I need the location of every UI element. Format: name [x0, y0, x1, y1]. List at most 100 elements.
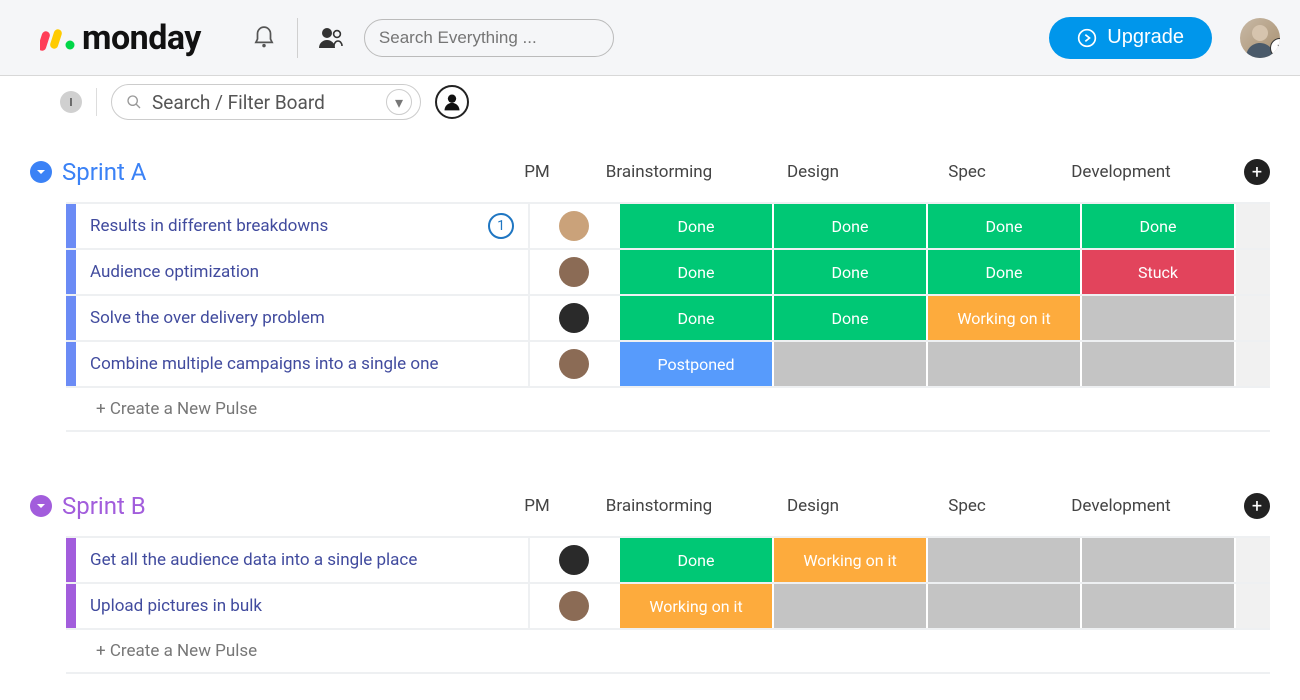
status-cell[interactable]	[772, 584, 926, 628]
global-search[interactable]	[364, 19, 614, 57]
chevron-down-icon	[35, 166, 47, 178]
group-title[interactable]: Sprint B	[62, 492, 146, 520]
board-filter[interactable]: Search / Filter Board ▾	[111, 84, 421, 120]
status-cell[interactable]: Working on it	[772, 538, 926, 582]
pulse-name[interactable]: Results in different breakdowns 1	[76, 204, 528, 248]
status-cell[interactable]: Done	[772, 250, 926, 294]
pm-avatar	[559, 591, 589, 621]
avatar-dropdown[interactable]: ▾	[1270, 38, 1280, 58]
column-header[interactable]: PM	[492, 496, 582, 516]
pm-cell[interactable]	[528, 296, 618, 340]
logo[interactable]: monday	[0, 0, 231, 75]
row-accent	[66, 296, 76, 340]
row-accent	[66, 342, 76, 386]
collapse-toggle[interactable]	[30, 161, 52, 183]
create-pulse-row[interactable]: + Create a New Pulse	[66, 628, 1270, 674]
column-header[interactable]: Brainstorming	[582, 162, 736, 182]
divider	[297, 18, 298, 58]
table-row[interactable]: Audience optimizationDoneDoneDoneStuck	[66, 248, 1270, 294]
table-row[interactable]: Upload pictures in bulk Working on it	[66, 582, 1270, 628]
pm-cell[interactable]	[528, 342, 618, 386]
bell-icon[interactable]	[251, 25, 277, 51]
column-header[interactable]: Spec	[890, 162, 1044, 182]
column-headers: PMBrainstormingDesignSpecDevelopment	[492, 162, 1234, 182]
pulse-name-text: Combine multiple campaigns into a single…	[90, 354, 439, 374]
create-pulse-label: + Create a New Pulse	[96, 641, 257, 661]
status-cell[interactable]: Done	[618, 250, 772, 294]
pm-avatar	[559, 349, 589, 379]
pm-cell[interactable]	[528, 538, 618, 582]
person-filter[interactable]	[435, 85, 469, 119]
table-row[interactable]: Results in different breakdowns1DoneDone…	[66, 202, 1270, 248]
status-cell[interactable]: Done	[926, 204, 1080, 248]
status-cell[interactable]	[926, 584, 1080, 628]
filter-dropdown[interactable]: ▾	[386, 89, 412, 115]
status-cell[interactable]: Working on it	[926, 296, 1080, 340]
user-avatar[interactable]: ▾	[1240, 18, 1280, 58]
status-cell[interactable]: Done	[618, 538, 772, 582]
column-header[interactable]: Development	[1044, 496, 1198, 516]
pm-avatar	[559, 545, 589, 575]
pulse-name[interactable]: Upload pictures in bulk	[76, 584, 528, 628]
info-chip[interactable]: I	[60, 91, 82, 113]
status-cell[interactable]	[1080, 584, 1234, 628]
upgrade-button[interactable]: Upgrade	[1049, 17, 1212, 59]
status-cell[interactable]: Done	[618, 296, 772, 340]
pm-cell[interactable]	[528, 250, 618, 294]
status-cell[interactable]	[926, 538, 1080, 582]
group-title[interactable]: Sprint A	[62, 158, 146, 186]
logo-text: monday	[82, 18, 201, 58]
status-cell[interactable]	[1080, 342, 1234, 386]
add-column-button[interactable]: +	[1244, 159, 1270, 185]
create-pulse-row[interactable]: + Create a New Pulse	[66, 386, 1270, 432]
status-cell[interactable]: Postponed	[618, 342, 772, 386]
status-cell[interactable]	[926, 342, 1080, 386]
pulse-name[interactable]: Audience optimization	[76, 250, 528, 294]
pulse-name[interactable]: Get all the audience data into a single …	[76, 538, 528, 582]
column-header[interactable]: Design	[736, 162, 890, 182]
row-tail	[1234, 296, 1270, 340]
status-cell[interactable]: Working on it	[618, 584, 772, 628]
table-row[interactable]: Solve the over delivery problemDoneDoneW…	[66, 294, 1270, 340]
table-row[interactable]: Get all the audience data into a single …	[66, 536, 1270, 582]
status-cell[interactable]: Stuck	[1080, 250, 1234, 294]
status-cell[interactable]	[1080, 538, 1234, 582]
group-header: Sprint A PMBrainstormingDesignSpecDevelop…	[30, 158, 1270, 186]
conversation-badge[interactable]: 1	[488, 213, 514, 239]
pulse-name-text: Solve the over delivery problem	[90, 308, 325, 328]
status-cell[interactable]	[772, 342, 926, 386]
pm-avatar	[559, 257, 589, 287]
add-column-button[interactable]: +	[1244, 493, 1270, 519]
row-tail	[1234, 250, 1270, 294]
topbar: monday Upgrade ▾	[0, 0, 1300, 76]
column-header[interactable]: Spec	[890, 496, 1044, 516]
column-header[interactable]: Design	[736, 496, 890, 516]
status-cell[interactable]: Done	[618, 204, 772, 248]
status-cell[interactable]	[1080, 296, 1234, 340]
status-cell[interactable]: Done	[772, 204, 926, 248]
pulse-name[interactable]: Solve the over delivery problem	[76, 296, 528, 340]
column-header[interactable]: Development	[1044, 162, 1198, 182]
collapse-toggle[interactable]	[30, 495, 52, 517]
column-header[interactable]: PM	[492, 162, 582, 182]
status-cell[interactable]: Done	[1080, 204, 1234, 248]
pulse-name-text: Results in different breakdowns	[90, 216, 328, 236]
people-icon[interactable]	[318, 25, 344, 51]
row-tail	[1234, 538, 1270, 582]
row-tail	[1234, 342, 1270, 386]
board-filter-placeholder: Search / Filter Board	[152, 91, 386, 114]
global-search-input[interactable]	[379, 28, 600, 48]
person-icon	[442, 92, 462, 112]
row-accent	[66, 538, 76, 582]
status-cell[interactable]: Done	[772, 296, 926, 340]
row-accent	[66, 250, 76, 294]
pulse-name[interactable]: Combine multiple campaigns into a single…	[76, 342, 528, 386]
chevron-down-icon	[35, 500, 47, 512]
group-rows: Results in different breakdowns1DoneDone…	[66, 202, 1270, 432]
board: Sprint APMBrainstormingDesignSpecDevelop…	[0, 128, 1300, 674]
pm-cell[interactable]	[528, 584, 618, 628]
table-row[interactable]: Combine multiple campaigns into a single…	[66, 340, 1270, 386]
status-cell[interactable]: Done	[926, 250, 1080, 294]
column-header[interactable]: Brainstorming	[582, 496, 736, 516]
pm-cell[interactable]	[528, 204, 618, 248]
